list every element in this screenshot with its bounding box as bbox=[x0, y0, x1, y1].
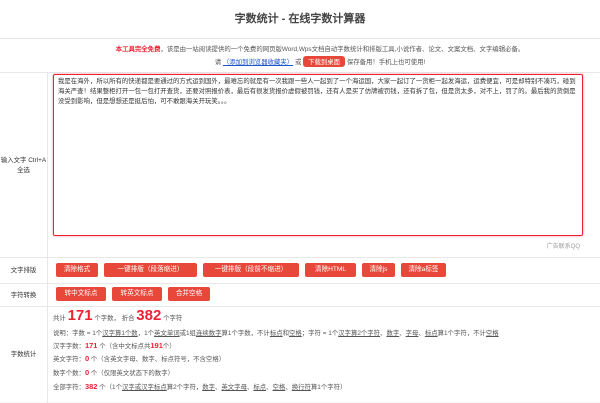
free-highlight: 本工具完全免费 bbox=[115, 46, 161, 53]
download-desktop-button[interactable]: 下载到桌面 bbox=[303, 56, 346, 67]
merge-spaces-button[interactable]: 合并空格 bbox=[168, 287, 210, 301]
all-chars-count: 382 bbox=[84, 382, 98, 391]
input-label: 输入文字 Ctrl+A 全选 bbox=[0, 73, 48, 258]
add-bookmark-link[interactable]: （添加到浏览器收藏夹） bbox=[223, 59, 293, 66]
hanzi-punct-count: 191 bbox=[150, 341, 163, 350]
notice-line: 本工具完全免费，该是由一站阅读提供的一个免费的网页版Word,Wps文档自动字数… bbox=[40, 44, 600, 53]
all-chars-line: 全部字符：382 个（1个汉字或汉字标点算2个字符，数字、英文字母、标点、空格、… bbox=[53, 382, 347, 391]
save-links: 请 （添加到浏览器收藏夹） 或 下载到桌面 保存备用！手机上也可使用! bbox=[40, 56, 600, 67]
clear-html-button[interactable]: 清除HTML bbox=[305, 263, 356, 277]
clear-a-tag-button[interactable]: 清除a标签 bbox=[401, 263, 446, 277]
text-input[interactable] bbox=[53, 74, 583, 236]
digit-count: 0 bbox=[84, 368, 90, 377]
total-chars: 382 bbox=[136, 307, 162, 324]
total-line: 共计 171 个字数， 折合 382 个字符 bbox=[53, 307, 183, 324]
to-english-punct-button[interactable]: 转英文标点 bbox=[112, 287, 162, 301]
ad-contact[interactable]: 广告联系QQ bbox=[547, 241, 580, 250]
hanzi-line: 汉字字数：171 个（含中文标点共191个） bbox=[53, 341, 176, 350]
total-words: 171 bbox=[67, 307, 93, 324]
page-title: 字数统计 - 在线字数计算器 bbox=[0, 0, 600, 39]
english-count: 0 bbox=[84, 354, 90, 363]
notice-text: ，该是由一站阅读提供的一个免费的网页版Word,Wps文档自动字数统计和排版工具… bbox=[160, 46, 525, 53]
digit-line: 数字个数：0 个（仅限英文状态下的数字） bbox=[53, 368, 174, 377]
stats-label: 字数统计 bbox=[0, 307, 48, 403]
clear-js-button[interactable]: 清除js bbox=[362, 263, 395, 277]
to-chinese-punct-button[interactable]: 转中文标点 bbox=[56, 287, 106, 301]
typeset-label: 文字排版 bbox=[0, 258, 48, 284]
clear-format-button[interactable]: 清除格式 bbox=[56, 263, 98, 277]
convert-label: 字符转换 bbox=[0, 284, 48, 307]
english-line: 英文字符：0 个（含英文字母、数字、标点符号，不含空格） bbox=[53, 354, 226, 363]
typeset-no-indent-button[interactable]: 一键排版（段前不缩进） bbox=[203, 263, 299, 277]
hanzi-count: 171 bbox=[84, 341, 98, 350]
typeset-indent-button[interactable]: 一键排版（段落缩进） bbox=[104, 263, 197, 277]
page: 字数统计 - 在线字数计算器 本工具完全免费，该是由一站阅读提供的一个免费的网页… bbox=[0, 0, 600, 403]
explain-line: 说明：字数 = 1个汉字算1个数，1个英文单词或1组连续数字算1个字数，不计标点… bbox=[53, 330, 499, 337]
